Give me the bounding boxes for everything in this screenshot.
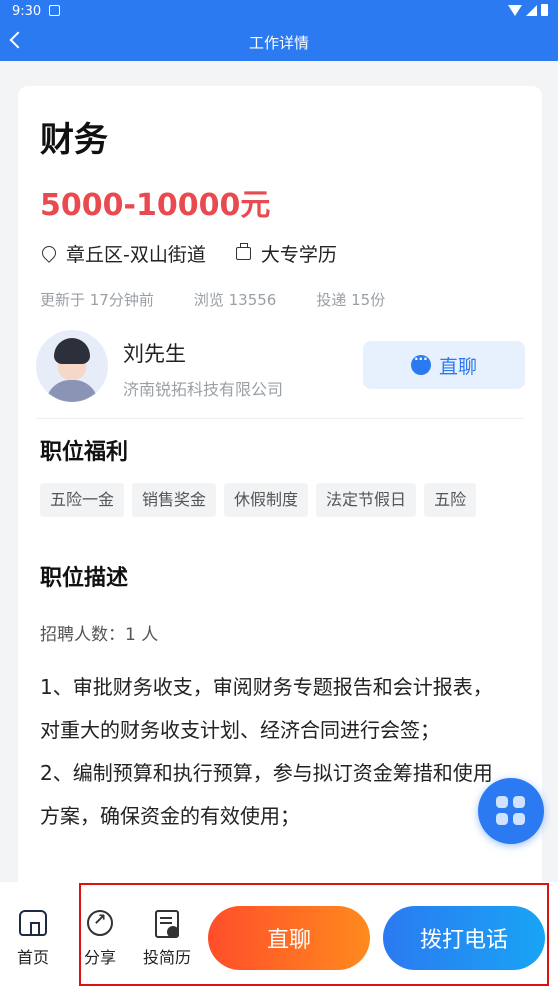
- status-bar: 9:30: [0, 0, 558, 24]
- direct-chat-button[interactable]: 直聊: [363, 341, 525, 389]
- home-icon: [19, 910, 47, 936]
- divider: [36, 418, 524, 419]
- grid-icon: [496, 796, 508, 808]
- benefit-tag: 五险一金: [40, 483, 125, 517]
- updated-time: 更新于 17分钟前: [40, 291, 154, 309]
- benefits-title: 职位福利: [40, 440, 129, 465]
- signal-icon: [526, 4, 537, 16]
- job-location: 章丘区-双山街道: [66, 244, 206, 266]
- job-title: 财务: [40, 120, 108, 160]
- view-count: 浏览 13556: [193, 291, 277, 309]
- notification-icon: [49, 5, 60, 16]
- job-meta: 章丘区-双山街道 大专学历: [40, 240, 337, 267]
- system-icons: [508, 4, 548, 16]
- home-label: 首页: [16, 948, 49, 967]
- wifi-icon: [508, 4, 522, 16]
- description-title: 职位描述: [40, 566, 129, 591]
- direct-chat-label: 直聊: [438, 355, 477, 378]
- job-description: 1、审批财务收支，审阅财务专题报告和会计报表，对重大的财务收支计划、经济合同进行…: [40, 666, 510, 838]
- benefit-tag: 法定节假日: [316, 483, 417, 517]
- job-education: 大专学历: [260, 244, 337, 266]
- app-bar: 工作详情: [0, 24, 558, 61]
- battery-icon: [541, 4, 548, 16]
- highlight-box: [79, 883, 549, 986]
- benefit-tag: 休假制度: [224, 483, 309, 517]
- status-time: 9:30: [12, 4, 42, 19]
- company-name: 济南锐拓科技有限公司: [123, 380, 284, 399]
- contact-name: 刘先生: [123, 342, 186, 366]
- salary: 5000-10000元: [40, 188, 271, 223]
- chat-bubble-icon: [410, 352, 431, 375]
- benefit-tags: 五险一金 销售奖金 休假制度 法定节假日 五险: [40, 483, 477, 517]
- benefit-tag: 五险: [424, 483, 477, 517]
- description-line: 1、审批财务收支，审阅财务专题报告和会计报表，对重大的财务收支计划、经济合同进行…: [40, 675, 493, 742]
- floating-menu-button[interactable]: [478, 778, 544, 844]
- application-count: 投递 15份: [316, 291, 386, 309]
- recruit-count: 招聘人数：1 人: [40, 625, 159, 645]
- briefcase-icon: [235, 243, 251, 260]
- home-tab[interactable]: 首页: [10, 910, 56, 968]
- location-icon: [40, 246, 56, 262]
- benefit-tag: 销售奖金: [132, 483, 217, 517]
- avatar: [36, 330, 108, 402]
- description-line: 2、编制预算和执行预算，参与拟订资金筹措和使用方案，确保资金的有效使用；: [40, 761, 493, 828]
- job-detail-card: 财务 5000-10000元 章丘区-双山街道 大专学历 更新于 17分钟前 浏…: [18, 86, 542, 966]
- page-title: 工作详情: [248, 34, 309, 52]
- job-stats: 更新于 17分钟前 浏览 13556 投递 15份: [40, 289, 385, 310]
